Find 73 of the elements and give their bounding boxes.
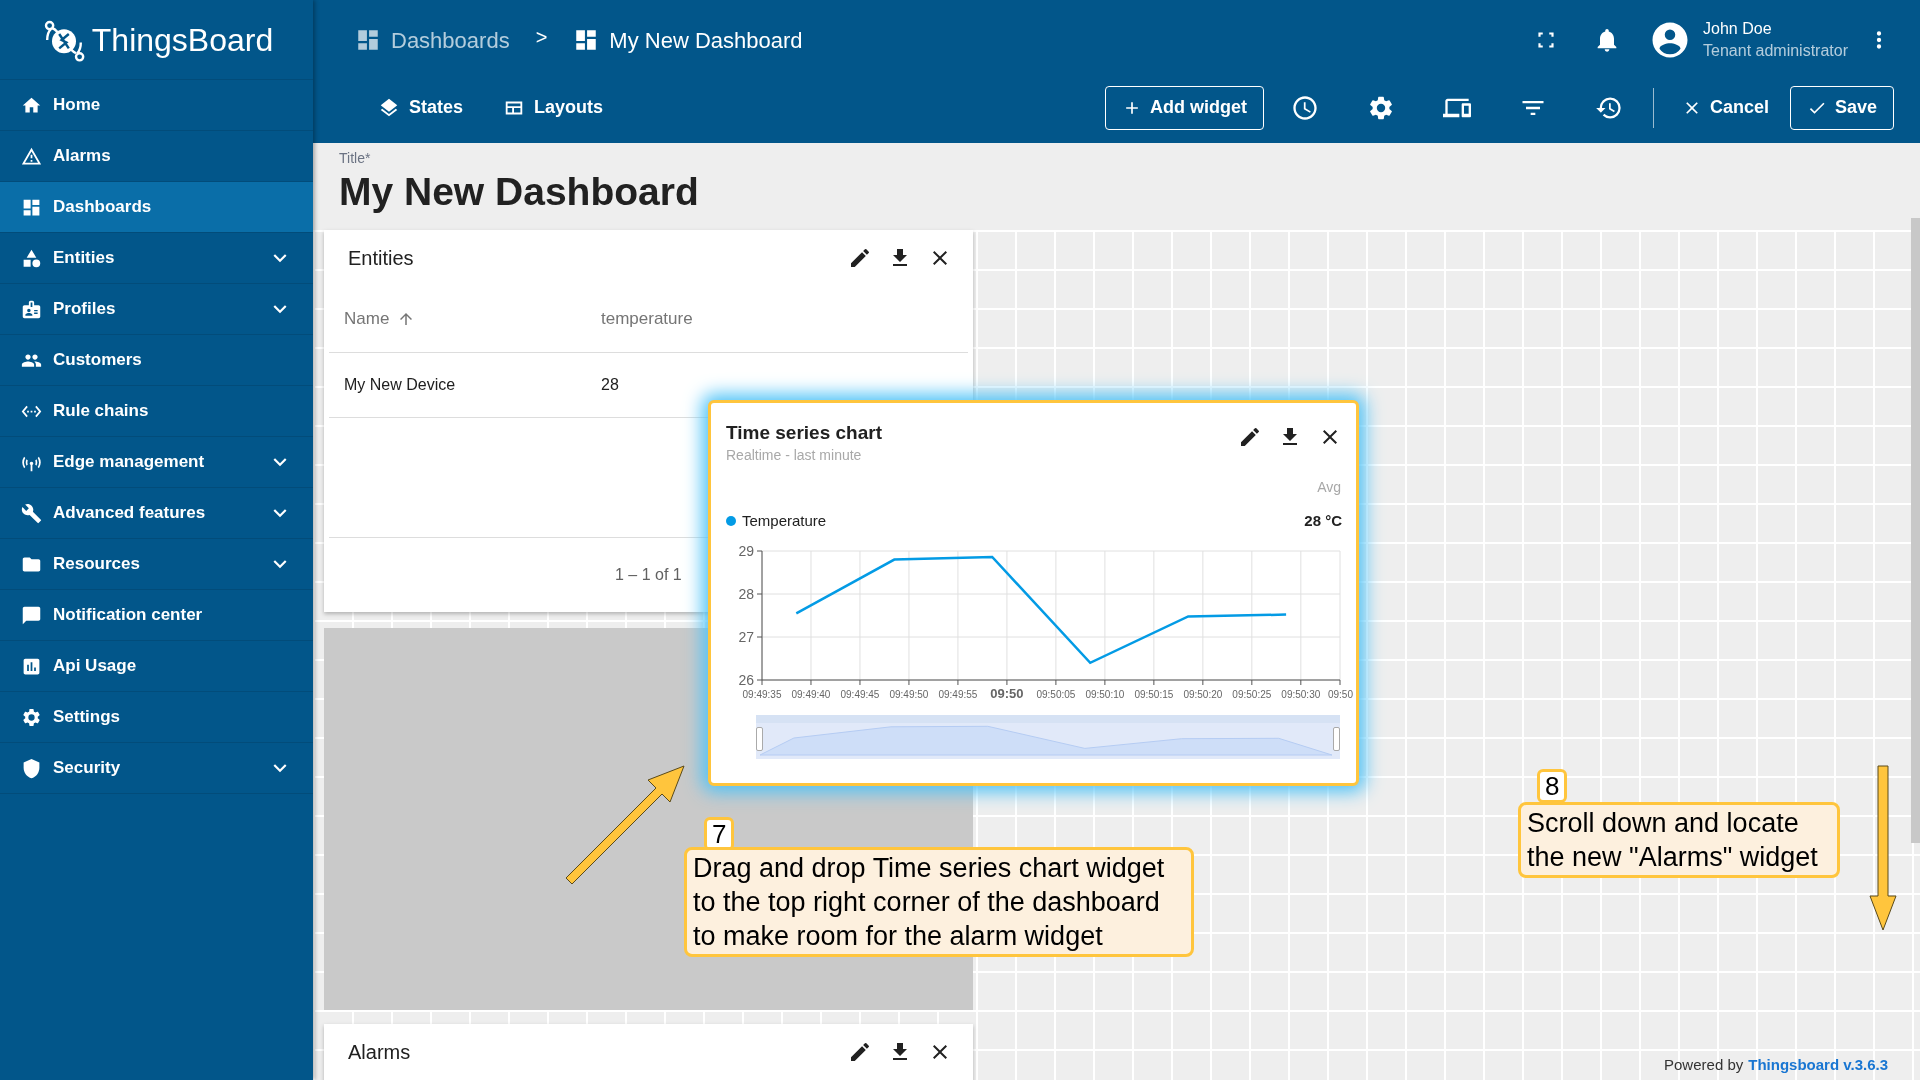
dashboard-title-field[interactable]: My New Dashboard xyxy=(339,167,1920,217)
range-slider[interactable] xyxy=(756,714,1340,759)
axis-label: 09:50:05 xyxy=(1036,688,1076,700)
edit-icon[interactable] xyxy=(1238,425,1262,449)
table-cell-text: My New Device xyxy=(343,375,457,395)
toolbar-button[interactable]: Layouts xyxy=(500,94,607,121)
user-role: Tenant administrator xyxy=(1703,41,1848,61)
user-name: John Doe xyxy=(1703,19,1773,39)
sidebar-item[interactable]: Security xyxy=(0,743,313,794)
breadcrumb-separator: > xyxy=(535,25,548,50)
widget-title: Alarms xyxy=(348,1040,412,1065)
chat-icon xyxy=(21,604,42,626)
sidebar-item[interactable]: Advanced features xyxy=(0,488,313,539)
sidebar-item[interactable]: Notification center xyxy=(0,590,313,641)
widget-title: Entities xyxy=(348,246,415,271)
scrollbar[interactable] xyxy=(1911,218,1920,843)
widget-title: Time series chart xyxy=(726,421,883,445)
sidebar-item[interactable]: Resources xyxy=(0,539,313,590)
axis-label: 26 xyxy=(738,671,754,688)
warning-icon xyxy=(21,145,42,167)
legend-label[interactable]: Temperature xyxy=(742,510,1305,533)
sidebar-item[interactable]: Profiles xyxy=(0,284,313,335)
axis-label: 09:49:50 xyxy=(889,688,929,700)
add-widget-button[interactable]: Add widget xyxy=(1104,85,1264,130)
shapes-icon xyxy=(21,247,42,269)
step-number: 8 xyxy=(1537,769,1568,803)
sidebar-item[interactable]: Settings xyxy=(0,692,313,743)
axis-label: 09:50:10 xyxy=(1085,688,1125,700)
settings-icon xyxy=(21,706,42,728)
column-header[interactable]: temperature xyxy=(601,306,693,332)
edit-icon[interactable] xyxy=(848,246,872,270)
sidebar-item[interactable]: Api Usage xyxy=(0,641,313,692)
sidebar-item[interactable]: Dashboards xyxy=(0,182,313,233)
title-label: Title* xyxy=(339,149,372,167)
wrench-icon xyxy=(21,502,42,524)
column-header[interactable]: Name xyxy=(329,306,601,332)
app-name: ThingsBoard xyxy=(91,20,274,60)
cancel-button[interactable]: Cancel xyxy=(1673,85,1777,130)
breadcrumb-link[interactable]: My New Dashboard xyxy=(573,23,803,57)
axis-label: 09:50 xyxy=(990,685,1024,701)
axis-label: 09:49:55 xyxy=(938,688,978,700)
layers-icon xyxy=(378,96,400,119)
axis-label: 09:50:15 xyxy=(1134,688,1174,700)
pagination-range: 1 – 1 of 1 xyxy=(615,565,682,585)
breadcrumb-link[interactable]: Dashboards xyxy=(355,23,510,57)
powered-by-text: Powered by xyxy=(1664,1054,1744,1075)
widget-subtitle: Realtime - last minute xyxy=(726,446,863,465)
shield-icon xyxy=(21,757,42,779)
stat-header: Avg xyxy=(1317,478,1341,497)
axis-label: 09:50:25 xyxy=(1232,688,1272,700)
table-cell-text: 28 xyxy=(601,375,619,395)
axis-label: 09:49:40 xyxy=(791,688,831,700)
axis-label: 28 xyxy=(738,585,754,602)
instruction-callout: Drag and drop Time series chart widget to the top right corner of the dashboard to make room for the alarm widget xyxy=(684,847,1194,957)
clock-icon[interactable] xyxy=(1290,93,1319,122)
axis-label: 09:49:45 xyxy=(840,688,880,700)
dashboard-icon xyxy=(355,27,381,53)
save-button[interactable]: Save xyxy=(1789,85,1894,130)
axis-label: 09:50:30 xyxy=(1281,688,1321,700)
axis-label: 09:49:35 xyxy=(742,688,782,700)
sidebar-item[interactable]: Entities xyxy=(0,233,313,284)
toolbar-button[interactable]: States xyxy=(375,94,467,121)
version-link[interactable]: Thingsboard v.3.6.3 xyxy=(1748,1053,1888,1076)
edit-icon[interactable] xyxy=(848,1040,872,1064)
chart-widget[interactable]: Time series chart Realtime - last minute Avg Temperature 28 °C 26 27 28 29 09:49:35 09:49:40 09:49:45 09:49:50 09:49:55 09:50 09:50:05 09:50:10 09:50:15 09:50:20 09:50:25 09:50:30 09:50 xyxy=(708,400,1359,786)
badge-icon xyxy=(21,298,42,320)
axis-label: 09:50:20 xyxy=(1183,688,1223,700)
sidebar-item[interactable]: Home xyxy=(0,80,313,131)
legend-value: 28 °C xyxy=(1304,511,1342,531)
axis-label: 09:50 xyxy=(1327,688,1353,700)
axis-label: 27 xyxy=(738,628,754,645)
instruction-callout: Scroll down and locate the new "Alarms" widget xyxy=(1518,802,1840,878)
axis-label: 29 xyxy=(738,542,754,559)
